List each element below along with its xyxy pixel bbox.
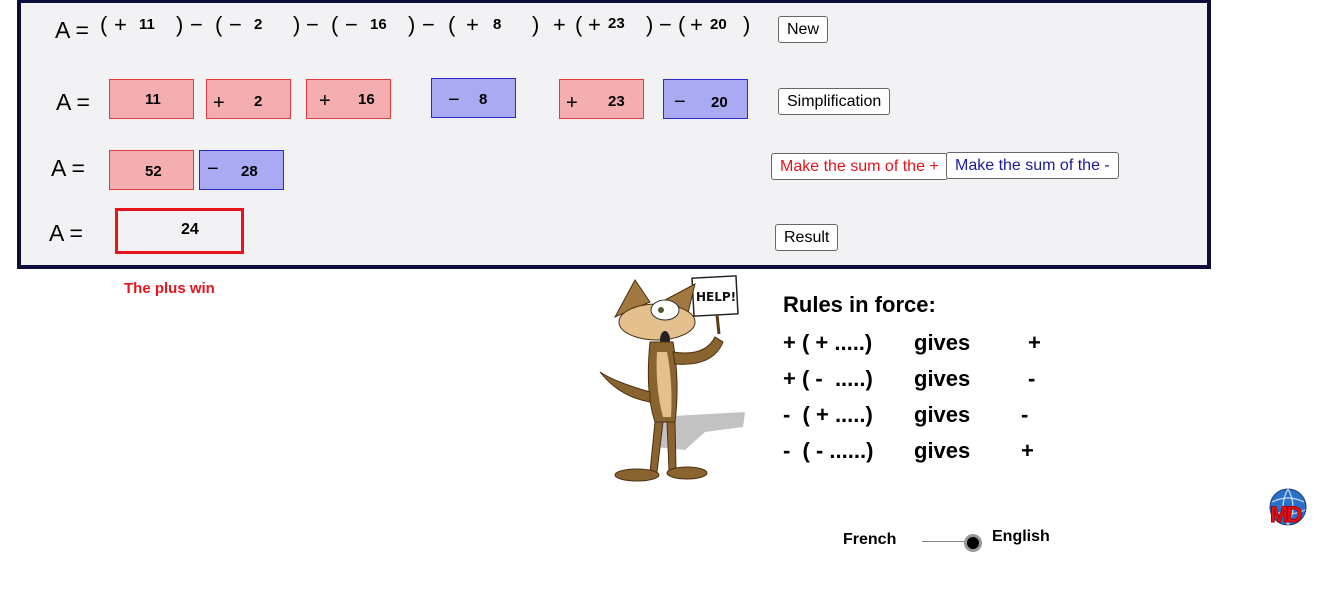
sum-minus-button[interactable]: Make the sum of the - xyxy=(946,152,1119,179)
expr-token: + xyxy=(553,12,566,37)
expr-token: 16 xyxy=(370,16,387,33)
term-value: 2 xyxy=(254,93,263,110)
expr-token: ( xyxy=(678,12,686,37)
simplification-button[interactable]: Simplification xyxy=(778,88,891,115)
coyote-eyes xyxy=(650,299,680,321)
sum-negative-box: − 28 xyxy=(199,150,284,190)
rule-expr: - ( - ......) xyxy=(783,438,874,463)
coyote-foot xyxy=(666,466,708,480)
term-value: 28 xyxy=(241,163,258,180)
sum-positive-box: 52 xyxy=(109,150,194,190)
rule-expr: + ( - .....) xyxy=(783,366,873,391)
term-value: 52 xyxy=(145,163,162,180)
rule-expr: + ( + .....) xyxy=(783,330,873,355)
term-sign: + xyxy=(566,92,578,114)
term-sign: + xyxy=(319,90,331,112)
result-value: 24 xyxy=(181,221,199,238)
rule-result: - xyxy=(1021,402,1029,427)
term-sign: − xyxy=(448,89,460,111)
expr-token: ) xyxy=(743,12,751,37)
rule-expr: - ( + .....) xyxy=(783,402,873,427)
expr-token: ) xyxy=(176,12,184,37)
expr-token: 8 xyxy=(493,16,502,33)
term-sign: − xyxy=(207,158,219,180)
result-message: The plus win xyxy=(124,280,215,297)
term-box-positive[interactable]: + 23 xyxy=(559,79,644,119)
expr-token: ) xyxy=(408,12,416,37)
expr-token: ) xyxy=(646,12,654,37)
rules-panel: Rules in force: + ( + .....) gives + + (… xyxy=(783,292,1083,472)
term-box-negative[interactable]: − 8 xyxy=(431,78,516,118)
term-value: 23 xyxy=(608,93,625,110)
language-english-label: English xyxy=(992,528,1050,545)
coyote-arm xyxy=(672,336,724,365)
rule-gives: gives xyxy=(914,366,971,391)
expr-token: ( xyxy=(331,12,339,37)
sign-stick xyxy=(715,314,721,335)
language-french-label: French xyxy=(843,531,897,548)
expr-token: 20 xyxy=(710,16,727,33)
expr-token: − xyxy=(345,12,358,37)
row2-label: A = xyxy=(56,89,90,115)
coyote-illustration: HELP! xyxy=(599,275,745,482)
expr-token: ) xyxy=(293,12,301,37)
expr-token: ( xyxy=(215,12,223,37)
expr-token: − xyxy=(190,12,203,37)
coyote-foot xyxy=(614,468,660,482)
term-box-positive[interactable]: 11 xyxy=(109,79,194,119)
rule-result: + xyxy=(1021,438,1034,463)
term-box-negative[interactable]: − 20 xyxy=(663,79,748,119)
expr-token: 11 xyxy=(139,16,155,33)
help-sign-text: HELP! xyxy=(696,290,736,304)
sum-plus-button[interactable]: Make the sum of the + xyxy=(771,153,948,180)
rule-gives: gives xyxy=(914,402,971,427)
md-logo-text: MD xyxy=(1269,502,1302,528)
md-logo: MD xyxy=(1268,488,1308,528)
term-sign: − xyxy=(674,91,686,113)
expr-token: ( xyxy=(575,12,583,37)
language-slider-handle[interactable] xyxy=(964,534,982,552)
term-sign: + xyxy=(213,92,225,114)
term-value: 16 xyxy=(358,91,375,108)
coyote-leg xyxy=(666,421,677,471)
rules-title: Rules in force: xyxy=(783,292,936,317)
expr-token: − xyxy=(229,12,242,37)
expr-token: ) xyxy=(532,12,540,37)
term-value: 8 xyxy=(479,91,488,108)
expr-token: ( xyxy=(100,12,108,37)
term-box-positive[interactable]: + 16 xyxy=(306,79,391,119)
rule-gives: gives xyxy=(914,330,971,355)
expr-token: + xyxy=(588,12,601,37)
row1-label: A = xyxy=(55,17,89,43)
term-value: 20 xyxy=(711,94,728,111)
expr-token: + xyxy=(690,12,703,37)
expr-token: − xyxy=(659,12,672,37)
rule-gives: gives xyxy=(914,438,971,463)
rule-result: + xyxy=(1028,330,1041,355)
expr-token: 23 xyxy=(608,15,625,32)
expr-token: + xyxy=(466,12,479,37)
expr-token: 2 xyxy=(254,16,263,33)
result-box: 24 xyxy=(115,208,244,254)
rule-result: - xyxy=(1028,366,1036,391)
new-button[interactable]: New xyxy=(778,16,829,43)
expr-token: + xyxy=(114,12,127,37)
expr-token: ( xyxy=(448,12,456,37)
row4-label: A = xyxy=(49,220,83,246)
expr-token: − xyxy=(306,12,319,37)
result-button[interactable]: Result xyxy=(775,224,839,251)
term-box-positive[interactable]: + 2 xyxy=(206,79,291,119)
term-value: 11 xyxy=(145,91,161,108)
expr-token: − xyxy=(422,12,435,37)
coyote-tail xyxy=(599,371,651,403)
row3-label: A = xyxy=(51,155,85,181)
original-expression: ( + 11 ) − ( − 2 ) − ( − 16 ) − ( + 8 ) … xyxy=(100,12,760,42)
coyote-pupil xyxy=(658,307,664,313)
